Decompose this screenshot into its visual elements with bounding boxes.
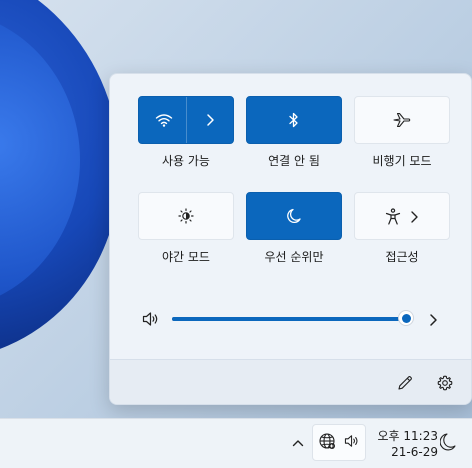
bluetooth-label: 연결 안 됨 (268, 154, 320, 168)
taskbar: 오후 11:23 21-6-29 (0, 418, 472, 468)
wifi-split-divider (186, 97, 187, 143)
clock-time: 오후 11:23 (377, 429, 438, 443)
volume-row (110, 304, 471, 334)
moon-icon[interactable] (439, 432, 456, 456)
volume-slider-thumb[interactable] (398, 310, 414, 326)
wifi-icon (155, 113, 173, 127)
accessibility-label: 접근성 (385, 250, 419, 264)
night-light-label: 야간 모드 (162, 250, 210, 264)
night-light-toggle[interactable] (138, 192, 234, 240)
focus-assist-toggle[interactable] (246, 192, 342, 240)
wifi-expand-chevron-icon[interactable] (205, 113, 215, 127)
speaker-icon[interactable] (142, 311, 160, 331)
wifi-label: 사용 가능 (162, 154, 210, 168)
airplane-icon (393, 112, 411, 128)
globe-icon (318, 432, 336, 454)
bluetooth-toggle[interactable] (246, 96, 342, 144)
chevron-up-icon[interactable] (288, 433, 308, 453)
volume-track-fill (172, 317, 406, 321)
accessibility-expand-chevron-icon[interactable] (409, 210, 419, 224)
accessibility-toggle[interactable] (354, 192, 450, 240)
audio-output-chevron-icon[interactable] (428, 312, 438, 331)
clock-date: 21-6-29 (391, 445, 438, 459)
quick-settings-panel: 사용 가능 연결 안 됨 비행기 모드 야간 모드 우선 순위만 접근성 (109, 73, 472, 405)
accessibility-icon (385, 208, 401, 226)
brightness-icon (178, 208, 194, 224)
wifi-toggle[interactable] (138, 96, 234, 144)
tray-network-volume-button[interactable] (312, 424, 366, 461)
pencil-icon[interactable] (394, 372, 416, 394)
focus-assist-label: 우선 순위만 (264, 250, 324, 264)
quick-settings-footer (110, 359, 471, 404)
moon-icon (287, 208, 301, 224)
taskbar-clock[interactable]: 오후 11:23 21-6-29 (372, 428, 438, 460)
speaker-icon (344, 433, 360, 452)
airplane-mode-toggle[interactable] (354, 96, 450, 144)
gear-icon[interactable] (434, 372, 456, 394)
airplane-mode-label: 비행기 모드 (372, 154, 432, 168)
bluetooth-icon (289, 112, 299, 128)
